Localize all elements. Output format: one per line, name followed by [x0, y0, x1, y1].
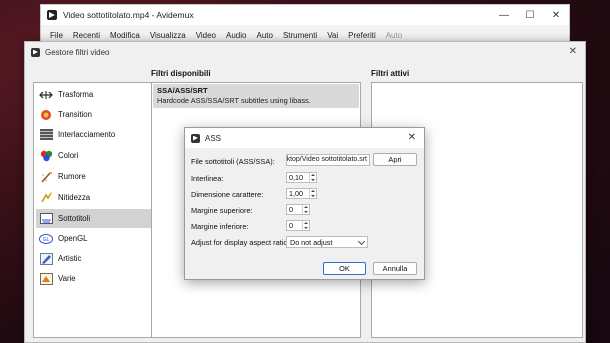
menu-video[interactable]: Video: [191, 31, 221, 40]
active-filters-heading: Filtri attivi: [371, 69, 410, 78]
ass-close-icon[interactable]: ✕: [408, 132, 416, 143]
spin-down-icon[interactable]: [310, 194, 316, 199]
colors-icon: [39, 150, 53, 162]
menu-auto[interactable]: Auto: [251, 31, 277, 40]
menu-strumenti[interactable]: Strumenti: [278, 31, 322, 40]
filter-manager-title: Gestore filtri video: [45, 47, 110, 57]
line-spacing-spinbox[interactable]: 0,10: [286, 172, 317, 183]
interlace-icon: [39, 129, 53, 141]
aspect-ratio-label: Adjust for display aspect ratio:: [191, 238, 290, 247]
artistic-icon: [39, 252, 53, 265]
top-margin-label: Margine superiore:: [191, 206, 253, 215]
category-artistic[interactable]: Artistic: [36, 249, 168, 268]
ass-dialog: ASS ✕ File sottotitoli (ASS/SSA): ktop/V…: [184, 127, 425, 280]
category-label: Varie: [58, 274, 76, 283]
category-opengl[interactable]: GL OpenGL: [36, 229, 168, 248]
category-nitidezza[interactable]: Nitidezza: [36, 188, 168, 207]
font-size-value: 1,00: [289, 189, 303, 198]
spin-arrows[interactable]: [309, 173, 316, 182]
category-label: Sottotitoli: [58, 214, 91, 223]
subtitle-file-label: File sottotitoli (ASS/SSA):: [191, 157, 275, 166]
transform-icon: [39, 89, 53, 101]
spin-arrows[interactable]: [302, 221, 309, 230]
menu-preferiti[interactable]: Preferiti: [343, 31, 381, 40]
window-controls: — ☐ ✕: [491, 5, 569, 25]
menu-visualizza[interactable]: Visualizza: [145, 31, 191, 40]
category-label: Trasforma: [58, 90, 94, 99]
top-margin-spinbox[interactable]: 0: [286, 204, 310, 215]
category-label: Nitidezza: [58, 193, 91, 202]
misc-icon: [39, 272, 53, 285]
spin-down-icon[interactable]: [303, 210, 309, 215]
filter-description: Hardcode ASS/SSA/SRT subtitles using lib…: [157, 96, 311, 105]
opengl-icon: GL: [39, 233, 53, 245]
spin-down-icon[interactable]: [310, 178, 316, 183]
menu-auto-disabled[interactable]: Auto: [381, 31, 407, 40]
ok-button[interactable]: OK: [323, 262, 366, 275]
category-label: OpenGL: [58, 234, 88, 243]
menu-file[interactable]: File: [45, 31, 68, 40]
aspect-ratio-select[interactable]: Do not adjust: [286, 236, 368, 248]
menu-vai[interactable]: Vai: [322, 31, 343, 40]
minimize-button[interactable]: —: [491, 5, 517, 25]
avidemux-app-icon: [47, 10, 57, 20]
maximize-button[interactable]: ☐: [517, 5, 543, 25]
category-label: Transition: [58, 110, 92, 119]
ass-titlebar: ASS ✕: [185, 128, 424, 148]
line-spacing-label: Interlinea:: [191, 174, 224, 183]
ass-dialog-title: ASS: [205, 133, 222, 143]
sharpness-icon: [39, 191, 53, 204]
available-filter-item[interactable]: SSA/ASS/SRT Hardcode ASS/SSA/SRT subtitl…: [153, 84, 359, 108]
category-label: Colori: [58, 151, 79, 160]
noise-icon: [39, 171, 53, 183]
cancel-button[interactable]: Annulla: [373, 262, 417, 275]
bottom-margin-spinbox[interactable]: 0: [286, 220, 310, 231]
transition-icon: [39, 109, 53, 121]
bottom-margin-label: Margine inferiore:: [191, 222, 249, 231]
font-size-spinbox[interactable]: 1,00: [286, 188, 317, 199]
aspect-ratio-value: Do not adjust: [290, 237, 333, 247]
category-label: Interlacciamento: [58, 130, 116, 139]
category-label: Artistic: [58, 254, 82, 263]
subtitle-file-value: ktop/Video sottotitolato.srt: [286, 156, 367, 163]
category-label: Rumore: [58, 172, 86, 181]
line-spacing-value: 0,10: [289, 173, 303, 182]
spin-arrows[interactable]: [302, 205, 309, 214]
category-sottotitoli[interactable]: Sottotitoli: [36, 209, 168, 228]
ass-app-icon: [191, 133, 200, 143]
category-trasforma[interactable]: Trasforma: [36, 85, 168, 104]
subtitles-icon: [39, 213, 53, 225]
main-window-title: Video sottotitolato.mp4 - Avidemux: [63, 10, 194, 20]
bottom-margin-value: 0: [289, 221, 293, 230]
font-size-label: Dimensione carattere:: [191, 190, 264, 199]
category-transition[interactable]: Transition: [36, 105, 168, 124]
category-rumore[interactable]: Rumore: [36, 167, 168, 186]
svg-text:GL: GL: [43, 237, 50, 243]
main-titlebar: Video sottotitolato.mp4 - Avidemux — ☐ ✕: [41, 5, 569, 25]
spin-arrows[interactable]: [309, 189, 316, 198]
filter-manager-close-icon[interactable]: ✕: [569, 46, 577, 57]
subtitle-file-field[interactable]: ktop/Video sottotitolato.srt: [286, 154, 370, 166]
top-margin-value: 0: [289, 205, 293, 214]
close-button[interactable]: ✕: [543, 5, 569, 25]
category-colori[interactable]: Colori: [36, 146, 168, 165]
menu-modifica[interactable]: Modifica: [105, 31, 145, 40]
filter-name: SSA/ASS/SRT: [157, 86, 208, 95]
category-varie[interactable]: Varie: [36, 269, 168, 288]
menu-audio[interactable]: Audio: [221, 31, 251, 40]
open-button[interactable]: Apri: [373, 153, 417, 166]
category-interlacciamento[interactable]: Interlacciamento: [36, 125, 168, 144]
filter-manager-app-icon: [31, 47, 40, 57]
spin-down-icon[interactable]: [303, 226, 309, 231]
available-filters-heading: Filtri disponibili: [151, 69, 211, 78]
menu-recenti[interactable]: Recenti: [68, 31, 105, 40]
chevron-down-icon: [357, 237, 367, 247]
filter-manager-titlebar: Gestore filtri video ✕: [25, 42, 585, 62]
